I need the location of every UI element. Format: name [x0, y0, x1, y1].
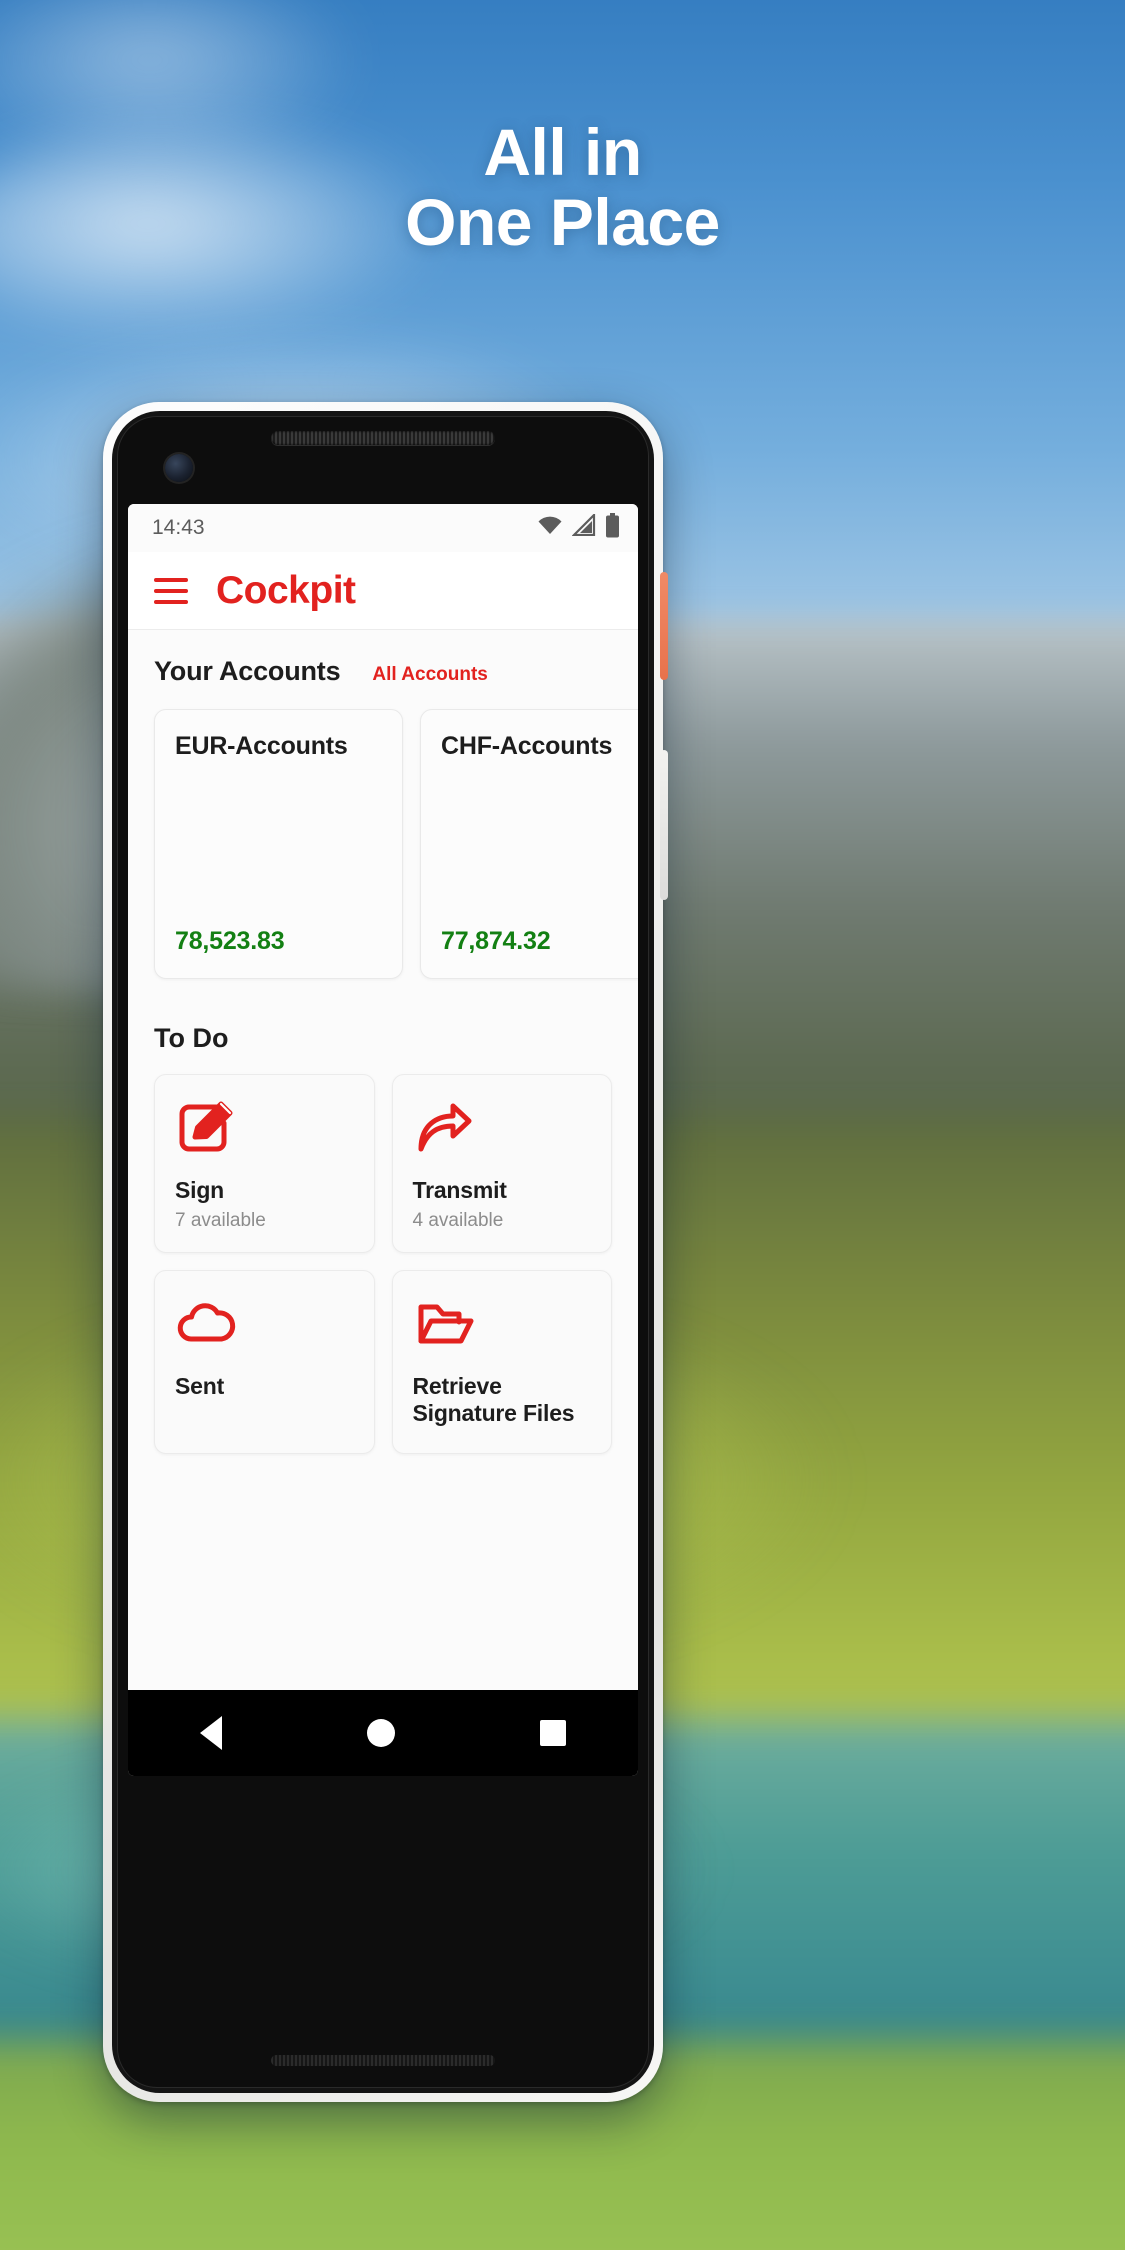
phone-mockup: 14:43 Cockpit Your Accounts All Accounts…	[103, 402, 668, 2102]
account-card-name: EUR-Accounts	[175, 732, 348, 760]
page-title: Cockpit	[216, 568, 356, 612]
status-bar: 14:43	[128, 504, 638, 552]
account-card[interactable]: CHF-Accounts 77,874.32	[420, 709, 638, 979]
sign-pencil-square-icon	[175, 1097, 354, 1163]
all-accounts-link[interactable]: All Accounts	[372, 664, 487, 686]
back-triangle-icon[interactable]	[200, 1716, 223, 1750]
transmit-forward-arrow-icon	[413, 1097, 592, 1163]
todo-card-sent[interactable]: Sent	[154, 1270, 375, 1455]
promo-headline-line-2: One Place	[405, 184, 720, 259]
retrieve-open-folder-icon	[413, 1293, 592, 1359]
recents-square-icon[interactable]	[539, 1720, 566, 1746]
account-card-name: CHF-Accounts	[441, 732, 613, 760]
status-bar-clock: 14:43	[152, 516, 205, 539]
cellular-signal-icon	[571, 512, 596, 542]
todo-card-sign[interactable]: Sign 7 available	[154, 1074, 375, 1254]
todo-card-transmit[interactable]: Transmit 4 available	[391, 1074, 612, 1254]
sent-cloud-icon	[175, 1293, 354, 1359]
battery-icon	[605, 512, 620, 544]
todo-grid: Sign 7 available Transmit 4 available Se…	[128, 1074, 638, 1455]
todo-card-label: Sign	[175, 1177, 225, 1203]
main-content: Your Accounts All Accounts EUR-Accounts …	[128, 630, 638, 1690]
android-navigation-bar	[128, 1690, 638, 1776]
todo-card-retrieve[interactable]: Retrieve Signature Files	[391, 1270, 612, 1455]
accounts-section-header: Your Accounts All Accounts	[128, 656, 638, 687]
home-circle-icon[interactable]	[366, 1719, 395, 1747]
todo-card-sublabel: 7 available	[175, 1210, 266, 1232]
promo-headline: All in One Place	[0, 115, 1125, 259]
phone-screen: 14:43 Cockpit Your Accounts All Accounts…	[128, 504, 638, 1776]
earpiece-speaker-grille	[271, 431, 495, 445]
accounts-carousel[interactable]: EUR-Accounts 78,523.83 CHF-Accounts 77,8…	[128, 709, 638, 979]
promo-headline-line-1: All in	[483, 115, 642, 189]
front-camera-lens	[165, 454, 193, 482]
todo-card-sublabel: 4 available	[412, 1210, 504, 1232]
power-button[interactable]	[660, 572, 668, 680]
app-bar: Cockpit	[128, 552, 638, 630]
accounts-section-title: Your Accounts	[154, 656, 341, 686]
todo-card-label: Transmit	[412, 1177, 507, 1203]
account-card[interactable]: EUR-Accounts 78,523.83	[154, 709, 403, 979]
wifi-icon	[537, 515, 563, 541]
account-card-balance: 78,523.83	[175, 927, 285, 955]
todo-card-label: Retrieve Signature Files	[412, 1373, 575, 1427]
account-card-balance: 77,874.32	[441, 927, 551, 955]
todo-section-title: To Do	[154, 1023, 229, 1053]
hamburger-menu-icon[interactable]	[154, 577, 188, 604]
status-bar-icons	[537, 512, 620, 544]
bottom-speaker-grille	[271, 2055, 495, 2066]
volume-rocker[interactable]	[660, 750, 668, 900]
todo-card-label: Sent	[175, 1373, 225, 1400]
